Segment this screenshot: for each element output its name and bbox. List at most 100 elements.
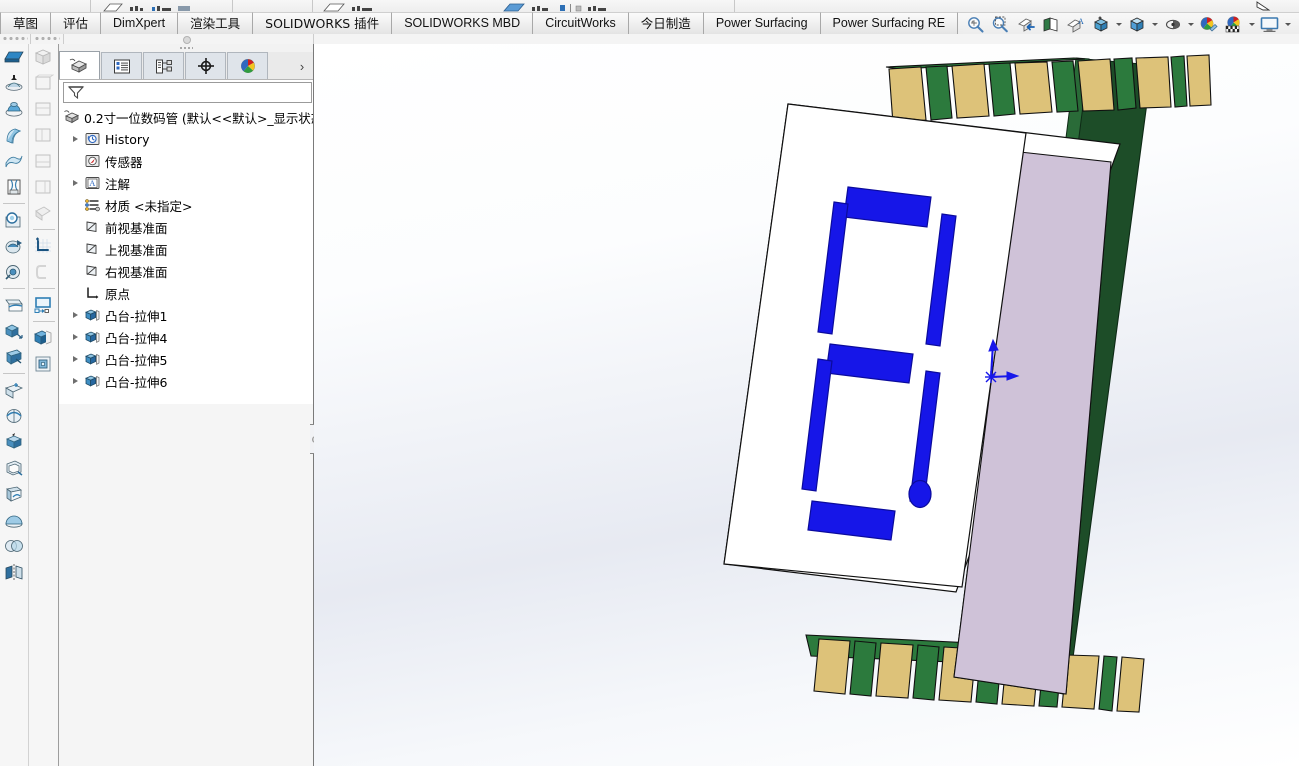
- tree-item-label: History: [105, 131, 150, 147]
- display-style-chevron-down-icon[interactable]: [1149, 13, 1160, 35]
- drag-handle-left[interactable]: [2, 36, 28, 41]
- tree-item-label: 凸台-拉伸5: [105, 352, 168, 368]
- drag-handle-second[interactable]: [34, 36, 60, 41]
- swept-cut-icon[interactable]: [0, 259, 28, 285]
- view-top-icon[interactable]: [29, 96, 57, 122]
- display-pane-icon[interactable]: [29, 292, 57, 318]
- clipped-toolbar-icons-group-3: [500, 0, 730, 12]
- tree-row-annotations[interactable]: A 注解: [59, 172, 313, 194]
- part-icon: [64, 106, 81, 128]
- boundary-boss-base-icon[interactable]: [0, 148, 28, 174]
- smart-dimension-icon[interactable]: [29, 259, 57, 285]
- dimxpert-manager-tab[interactable]: [185, 52, 226, 79]
- rib-icon[interactable]: [0, 344, 28, 370]
- view-settings-chevron-down-icon[interactable]: [1113, 13, 1124, 35]
- tree-row-material[interactable]: 材质 <未指定>: [59, 194, 313, 216]
- tab-power-surfacing[interactable]: Power Surfacing: [703, 12, 821, 34]
- hide-show-items-icon[interactable]: [1160, 13, 1185, 35]
- expand-chevron-right-icon[interactable]: [69, 348, 82, 370]
- expand-chevron-right-icon[interactable]: [69, 128, 82, 150]
- tree-row-boss-extrude-4[interactable]: 凸台-拉伸4: [59, 326, 313, 348]
- view-right-icon[interactable]: [29, 122, 57, 148]
- view-front-icon[interactable]: [29, 70, 57, 96]
- 3d-view-icon[interactable]: [29, 325, 57, 351]
- tree-row-history[interactable]: History: [59, 128, 313, 150]
- tree-row-sensors[interactable]: 传感器: [59, 150, 313, 172]
- view-back-icon[interactable]: [29, 148, 57, 174]
- tree-row-origin[interactable]: 原点: [59, 282, 313, 304]
- revolved-cut-icon[interactable]: [0, 233, 28, 259]
- dome-icon[interactable]: [0, 507, 28, 533]
- swept-boss-base-icon[interactable]: [0, 96, 28, 122]
- lofted-boss-base-icon[interactable]: [0, 122, 28, 148]
- tab-render-tools[interactable]: 渲染工具: [178, 12, 254, 34]
- tab-evaluate[interactable]: 评估: [51, 12, 102, 34]
- revolved-boss-base-icon[interactable]: [0, 70, 28, 96]
- tree-item-label: 原点: [105, 286, 131, 302]
- tree-item-label: 上视基准面: [105, 242, 168, 258]
- linear-pattern-icon[interactable]: [0, 318, 28, 344]
- extruded-boss-base-icon[interactable]: [0, 44, 28, 70]
- commandmanager-pin-dot[interactable]: [183, 36, 191, 44]
- view-left-icon[interactable]: [29, 174, 57, 200]
- shell-icon[interactable]: [0, 455, 28, 481]
- curves-icon[interactable]: [0, 403, 28, 429]
- zoom-to-area-icon[interactable]: [988, 13, 1013, 35]
- tab-power-surfacing-re[interactable]: Power Surfacing RE: [820, 12, 959, 34]
- view-normal-to-icon[interactable]: [29, 200, 57, 226]
- tree-row-boss-extrude-5[interactable]: 凸台-拉伸5: [59, 348, 313, 370]
- instant3d-icon[interactable]: [0, 429, 28, 455]
- tab-circuitworks[interactable]: CircuitWorks: [533, 12, 629, 34]
- new-sketch-icon[interactable]: [29, 233, 57, 259]
- featuremanager-filter-input[interactable]: [63, 82, 312, 103]
- graphics-viewport[interactable]: [314, 44, 1299, 766]
- display-style-annotations-icon[interactable]: A: [1063, 13, 1088, 35]
- extrude-icon: [82, 370, 102, 392]
- view-orientation-icon[interactable]: [1038, 13, 1063, 35]
- features-toolbar: [0, 44, 29, 766]
- feature-tree-tab[interactable]: [59, 51, 100, 79]
- apply-scene-icon[interactable]: [1196, 13, 1221, 35]
- tree-row-front-plane[interactable]: 前视基准面: [59, 216, 313, 238]
- display-style-icon[interactable]: [1124, 13, 1149, 35]
- view-settings-icon[interactable]: [1088, 13, 1113, 35]
- property-manager-tab[interactable]: [101, 52, 142, 79]
- appearance-icon[interactable]: [29, 351, 57, 377]
- zoom-to-fit-icon[interactable]: [963, 13, 988, 35]
- tree-row-top-plane[interactable]: 上视基准面: [59, 238, 313, 260]
- tree-row-right-plane[interactable]: 右视基准面: [59, 260, 313, 282]
- tree-row-boss-extrude-1[interactable]: 凸台-拉伸1: [59, 304, 313, 326]
- fillet-icon[interactable]: [0, 292, 28, 318]
- view-setting-appearance-icon[interactable]: [1221, 13, 1246, 35]
- expand-chevron-right-icon[interactable]: [69, 304, 82, 326]
- reference-geometry-icon[interactable]: [0, 377, 28, 403]
- intersect-icon[interactable]: [0, 533, 28, 559]
- tab-solidworks-addins[interactable]: SOLIDWORKS 插件: [253, 12, 393, 34]
- featuremanager-more-tabs-chevron-right-icon[interactable]: ›: [291, 53, 313, 79]
- tab-solidworks-mbd[interactable]: SOLIDWORKS MBD: [392, 12, 534, 34]
- extruded-cut-icon[interactable]: [0, 174, 28, 200]
- expand-chevron-right-icon[interactable]: [69, 172, 82, 194]
- appearance-chevron-down-icon[interactable]: [1246, 13, 1257, 35]
- tab-today-manufacturing[interactable]: 今日制造: [628, 12, 704, 34]
- hide-show-chevron-down-icon[interactable]: [1185, 13, 1196, 35]
- seven-segment-display-model: [723, 54, 1212, 713]
- view-isometric-icon[interactable]: [29, 44, 57, 70]
- mirror-icon[interactable]: [0, 559, 28, 585]
- wrap-icon[interactable]: [0, 481, 28, 507]
- viewport-layout-chevron-down-icon[interactable]: [1282, 13, 1293, 35]
- plane-icon: [82, 216, 102, 238]
- tab-sketch[interactable]: 草图: [0, 12, 52, 34]
- viewport-layout-icon[interactable]: [1257, 13, 1282, 35]
- tab-dimxpert[interactable]: DimXpert: [101, 12, 179, 34]
- hole-wizard-icon[interactable]: [0, 207, 28, 233]
- tree-row-boss-extrude-6[interactable]: 凸台-拉伸6: [59, 370, 313, 392]
- tree-item-label: 材质 <未指定>: [105, 198, 193, 214]
- heads-up-view-toolbar: A: [963, 12, 1299, 35]
- section-view-icon[interactable]: [1013, 13, 1038, 35]
- expand-chevron-right-icon[interactable]: [69, 326, 82, 348]
- tree-row-root-part[interactable]: 0.2寸一位数码管 (默认<<默认>_显示状态: [59, 106, 313, 128]
- display-manager-tab[interactable]: [227, 52, 268, 79]
- configuration-manager-tab[interactable]: [143, 52, 184, 79]
- expand-chevron-right-icon[interactable]: [69, 370, 82, 392]
